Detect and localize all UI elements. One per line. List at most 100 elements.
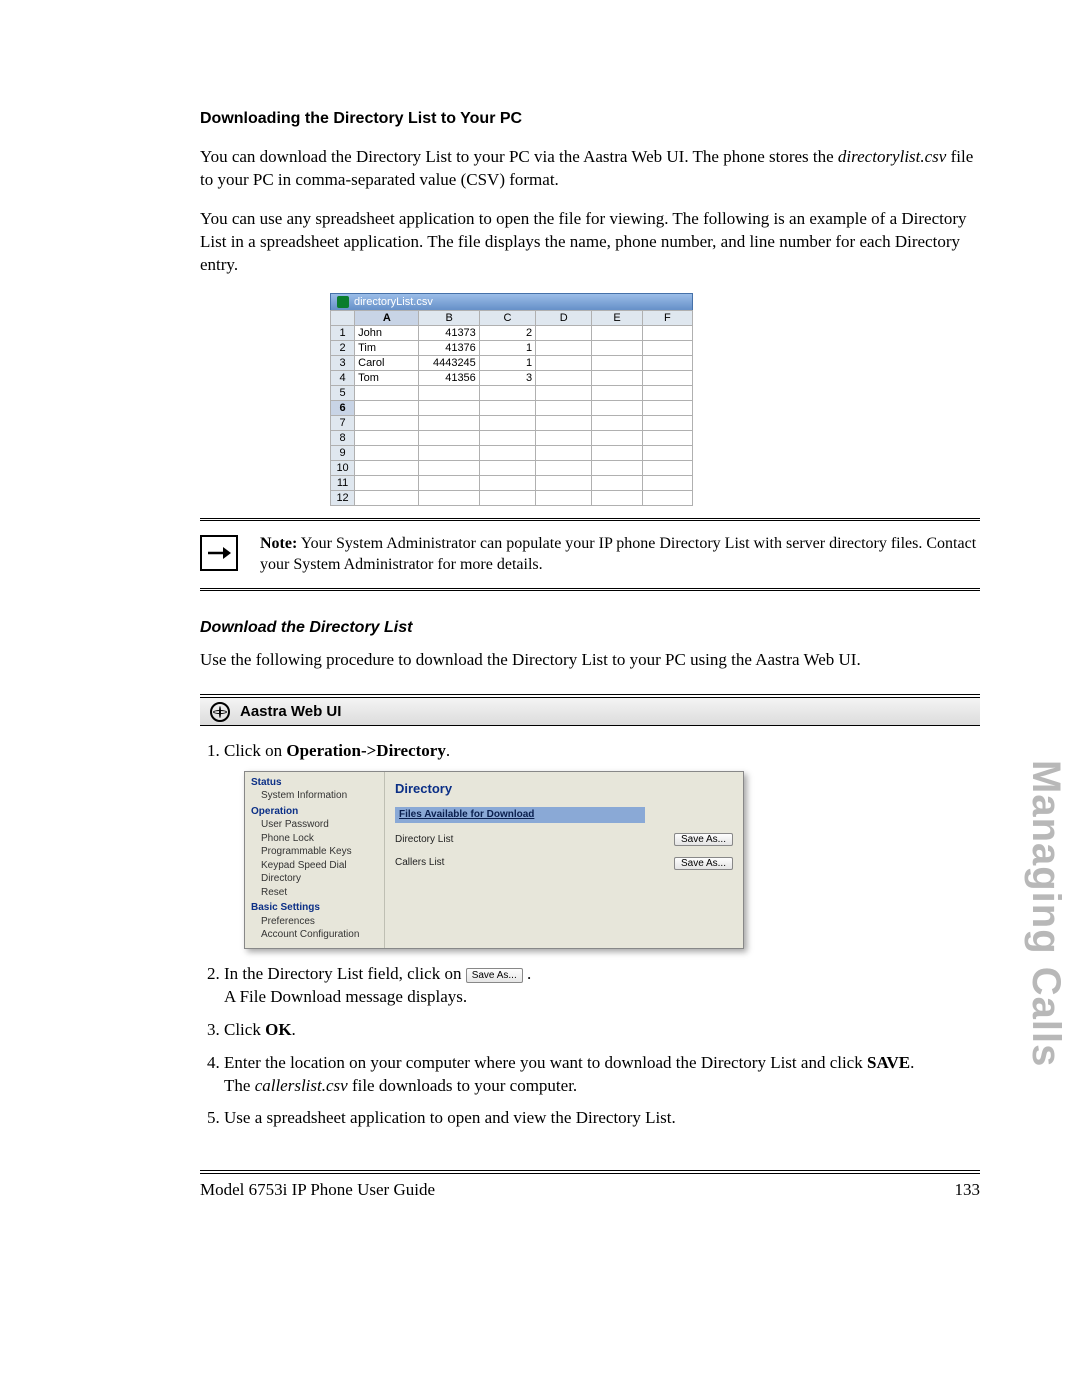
heading-downloading: Downloading the Directory List to Your P… bbox=[200, 110, 980, 128]
sidebar-item[interactable]: Phone Lock bbox=[251, 832, 378, 846]
spreadsheet-screenshot: directoryList.csv ABCDEF 1John4137322Tim… bbox=[330, 293, 980, 506]
cell bbox=[536, 385, 592, 400]
cell bbox=[419, 460, 479, 475]
cell: 41373 bbox=[419, 325, 479, 340]
note-body: Your System Administrator can populate y… bbox=[260, 535, 976, 574]
col-header-f: F bbox=[642, 310, 692, 325]
web-ui-title: Directory bbox=[395, 780, 733, 798]
row-header: 6 bbox=[331, 400, 355, 415]
cell bbox=[355, 400, 419, 415]
save-as-button[interactable]: Save As... bbox=[674, 857, 733, 870]
cell bbox=[642, 460, 692, 475]
cell bbox=[419, 430, 479, 445]
sidebar-item[interactable]: Reset bbox=[251, 886, 378, 900]
row-header: 5 bbox=[331, 385, 355, 400]
cell bbox=[479, 400, 535, 415]
download-row: Directory ListSave As... bbox=[395, 833, 733, 847]
row-header: 3 bbox=[331, 355, 355, 370]
cell: 3 bbox=[479, 370, 535, 385]
step3-ok: OK bbox=[265, 1020, 291, 1039]
cell bbox=[592, 475, 642, 490]
cell bbox=[419, 415, 479, 430]
sidebar-item[interactable]: Preferences bbox=[251, 915, 378, 929]
cell bbox=[536, 400, 592, 415]
col-header-d: D bbox=[536, 310, 592, 325]
web-ui-section-header: Files Available for Download bbox=[395, 807, 645, 823]
sidebar-group: Operation bbox=[251, 805, 378, 819]
step4-line2a: The bbox=[224, 1076, 255, 1095]
cell bbox=[592, 460, 642, 475]
cell: 41376 bbox=[419, 340, 479, 355]
download-row-label: Directory List bbox=[395, 833, 674, 847]
step3-c: . bbox=[292, 1020, 296, 1039]
step4-line2b: file downloads to your computer. bbox=[348, 1076, 577, 1095]
save-as-button-inline[interactable]: Save As... bbox=[466, 968, 523, 984]
cell bbox=[419, 385, 479, 400]
row-header: 12 bbox=[331, 490, 355, 505]
cell: Tim bbox=[355, 340, 419, 355]
cell bbox=[536, 370, 592, 385]
arrow-right-icon bbox=[200, 535, 238, 571]
cell: 1 bbox=[479, 355, 535, 370]
cell bbox=[592, 385, 642, 400]
save-as-button[interactable]: Save As... bbox=[674, 833, 733, 846]
cell: 4443245 bbox=[419, 355, 479, 370]
step4-c: . bbox=[910, 1053, 914, 1072]
step-4: Enter the location on your computer wher… bbox=[224, 1052, 980, 1098]
cell: John bbox=[355, 325, 419, 340]
step4-save: SAVE bbox=[867, 1053, 910, 1072]
cell bbox=[479, 445, 535, 460]
step1-c: . bbox=[446, 741, 450, 760]
cell: Carol bbox=[355, 355, 419, 370]
cell bbox=[642, 445, 692, 460]
cell bbox=[592, 340, 642, 355]
cell bbox=[592, 325, 642, 340]
intro-paragraph-2: You can use any spreadsheet application … bbox=[200, 208, 980, 277]
cell bbox=[479, 430, 535, 445]
step2-a: In the Directory List field, click on bbox=[224, 964, 466, 983]
cell bbox=[592, 445, 642, 460]
cell bbox=[536, 355, 592, 370]
cell bbox=[355, 415, 419, 430]
spreadsheet-icon bbox=[337, 296, 349, 308]
row-header: 11 bbox=[331, 475, 355, 490]
note-top-rule bbox=[200, 518, 980, 521]
cell bbox=[642, 475, 692, 490]
sidebar-item[interactable]: System Information bbox=[251, 789, 378, 803]
step-1: Click on Operation->Directory. StatusSys… bbox=[224, 740, 980, 949]
step4-a: Enter the location on your computer wher… bbox=[224, 1053, 867, 1072]
col-header-b: B bbox=[419, 310, 479, 325]
spreadsheet-titlebar: directoryList.csv bbox=[330, 293, 693, 310]
cell bbox=[479, 385, 535, 400]
cell: 1 bbox=[479, 340, 535, 355]
cell bbox=[536, 325, 592, 340]
sidebar-item[interactable]: Keypad Speed Dial bbox=[251, 859, 378, 873]
cell bbox=[642, 385, 692, 400]
row-header: 10 bbox=[331, 460, 355, 475]
col-header-e: E bbox=[592, 310, 642, 325]
download-row-label: Callers List bbox=[395, 856, 674, 870]
sidebar-item[interactable]: Programmable Keys bbox=[251, 845, 378, 859]
cell bbox=[536, 460, 592, 475]
footer-left: Model 6753i IP Phone User Guide bbox=[200, 1180, 435, 1200]
cell bbox=[642, 400, 692, 415]
cell bbox=[355, 490, 419, 505]
spreadsheet-grid: ABCDEF 1John4137322Tim4137613Carol444324… bbox=[330, 310, 693, 506]
cell bbox=[592, 490, 642, 505]
sidebar-group: Status bbox=[251, 776, 378, 790]
cell bbox=[592, 430, 642, 445]
step1-a: Click on bbox=[224, 741, 286, 760]
cell bbox=[355, 460, 419, 475]
cell: Tom bbox=[355, 370, 419, 385]
cell bbox=[642, 355, 692, 370]
sidebar-item[interactable]: Account Configuration bbox=[251, 928, 378, 942]
cell bbox=[419, 475, 479, 490]
cell bbox=[642, 415, 692, 430]
sidebar-item[interactable]: Directory bbox=[251, 872, 378, 886]
cell bbox=[355, 475, 419, 490]
spreadsheet-filename: directoryList.csv bbox=[354, 296, 433, 308]
note-text: Note: Your System Administrator can popu… bbox=[260, 533, 980, 576]
sidebar-item[interactable]: User Password bbox=[251, 818, 378, 832]
cell bbox=[536, 490, 592, 505]
step4-filename: callerslist.csv bbox=[255, 1076, 348, 1095]
